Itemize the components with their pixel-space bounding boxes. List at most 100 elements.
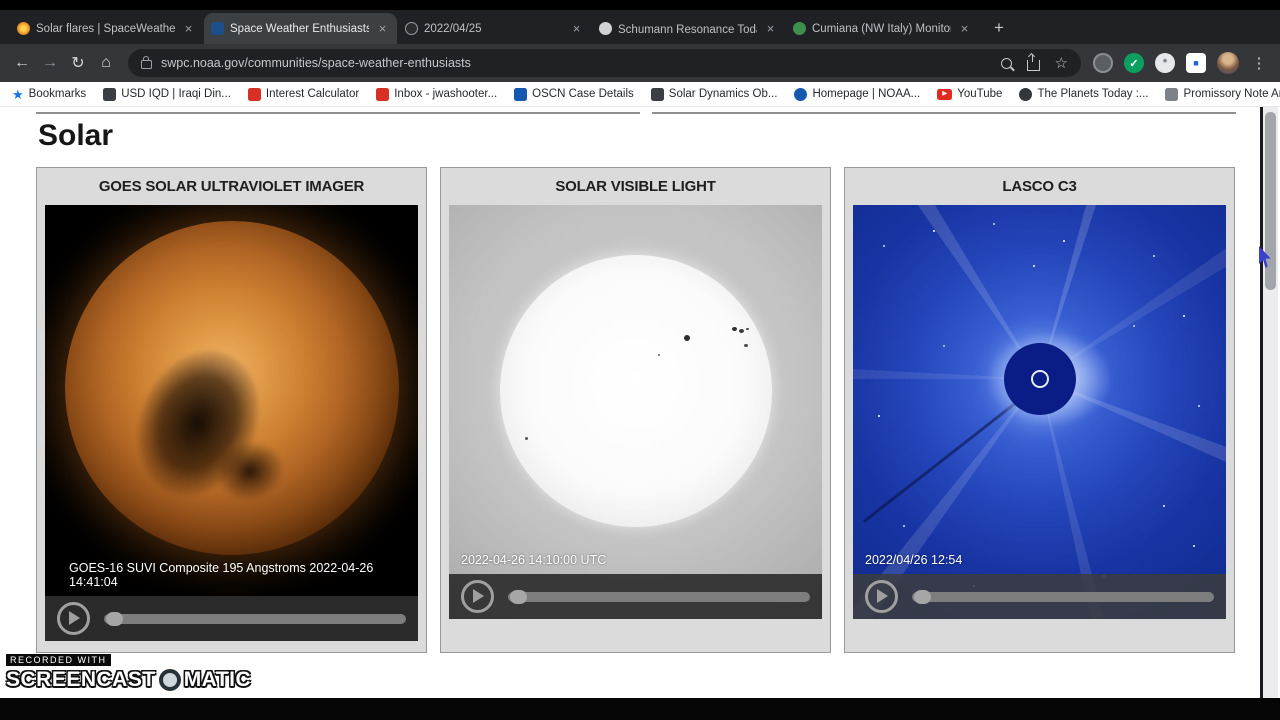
swpc-favicon: [211, 22, 224, 35]
tab-label: Cumiana (NW Italy) Monitoring S: [812, 22, 951, 35]
cumiana-favicon: [793, 22, 806, 35]
play-button[interactable]: [57, 602, 90, 635]
star-field: [853, 205, 855, 207]
player-controls: [449, 574, 822, 619]
bookmark-favicon: [247, 87, 261, 101]
bookmark-sdo[interactable]: Solar Dynamics Ob...: [650, 87, 778, 101]
bookmark-inbox[interactable]: Inbox - jwashooter...: [376, 87, 498, 101]
panel-goes-suvi: GOES SOLAR ULTRAVIOLET IMAGER GOES-16 SU…: [36, 167, 427, 653]
slider-handle[interactable]: [510, 589, 527, 604]
bookmark-promissory-note[interactable]: Promissory Note Ar...: [1165, 87, 1280, 101]
panel-title: LASCO C3: [1002, 178, 1077, 195]
bookmark-favicon: [650, 87, 664, 101]
bookmark-label: Bookmarks: [28, 88, 87, 100]
visible-sun-disk: [499, 255, 772, 528]
bookmark-label: Promissory Note Ar...: [1183, 88, 1280, 100]
bookmark-label: YouTube: [957, 88, 1003, 100]
player-controls: [853, 574, 1226, 619]
home-button[interactable]: ⌂: [92, 49, 120, 77]
panel-title: SOLAR VISIBLE LIGHT: [555, 178, 716, 195]
panel-lasco-c3: LASCO C3 2022/04/26 12:54: [844, 167, 1235, 653]
sunspot: [657, 354, 660, 357]
tab-bar: Solar flares | SpaceWeatherLive.c × Spac…: [0, 10, 1280, 44]
bookmark-label: OSCN Case Details: [532, 88, 634, 100]
tab-label: Space Weather Enthusiasts Dash: [230, 22, 369, 35]
share-icon[interactable]: [1026, 53, 1040, 71]
tab-schumann-resonance[interactable]: Schumann Resonance Today ⚡ ×: [592, 13, 785, 44]
reload-button[interactable]: ↻: [64, 49, 92, 77]
bookmark-favicon: [1165, 87, 1179, 101]
tab-close-icon[interactable]: ×: [181, 21, 196, 36]
tab-label: Solar flares | SpaceWeatherLive.c: [36, 22, 175, 35]
bookmark-label: USD IQD | Iraqi Din...: [121, 88, 231, 100]
bookmarks-bar: ★ Bookmarks USD IQD | Iraqi Din... Inter…: [0, 82, 1280, 107]
bookmark-favicon: [376, 87, 390, 101]
back-button[interactable]: ←: [8, 49, 36, 77]
zoom-icon[interactable]: [1000, 57, 1012, 69]
tab-close-icon[interactable]: ×: [569, 21, 584, 36]
tab-close-icon[interactable]: ×: [763, 21, 778, 36]
bookmark-label: Interest Calculator: [265, 88, 360, 100]
timeline-slider[interactable]: [912, 589, 1214, 604]
tab-close-icon[interactable]: ×: [375, 21, 390, 36]
bookmark-label: Solar Dynamics Ob...: [668, 88, 778, 100]
play-button[interactable]: [461, 580, 494, 613]
slider-handle[interactable]: [106, 611, 123, 626]
address-bar[interactable]: swpc.noaa.gov/communities/space-weather-…: [128, 49, 1081, 77]
forward-button[interactable]: →: [36, 49, 64, 77]
solar-panels-row: GOES SOLAR ULTRAVIOLET IMAGER GOES-16 SU…: [36, 167, 1235, 653]
occulter-ring: [1030, 369, 1049, 388]
bookmark-favicon: [794, 87, 808, 101]
content-divider: [36, 112, 640, 114]
bookmark-oscn[interactable]: OSCN Case Details: [514, 87, 634, 101]
tab-label: Schumann Resonance Today ⚡: [618, 23, 757, 36]
extension-blue-icon[interactable]: ■: [1186, 53, 1206, 73]
page-title: Solar: [38, 119, 114, 152]
lasco-c3-image: 2022/04/26 12:54: [853, 205, 1226, 619]
bookmark-youtube[interactable]: ▶ YouTube: [937, 88, 1002, 100]
bookmark-planets-today[interactable]: The Planets Today :...: [1019, 87, 1149, 101]
profile-avatar[interactable]: [1217, 52, 1239, 74]
tab-label: 2022/04/25: [424, 22, 482, 35]
extension-globe-icon[interactable]: [1093, 53, 1113, 73]
tab-space-weather-enthusiasts[interactable]: Space Weather Enthusiasts Dash ×: [204, 13, 397, 44]
tab-cumiana-monitoring[interactable]: Cumiana (NW Italy) Monitoring S ×: [786, 13, 979, 44]
url-text[interactable]: swpc.noaa.gov/communities/space-weather-…: [161, 56, 992, 70]
spaceweatherlive-favicon: [17, 22, 30, 35]
play-button[interactable]: [865, 580, 898, 613]
scrollbar-track[interactable]: [1263, 107, 1278, 698]
tab-close-icon[interactable]: ×: [957, 21, 972, 36]
slider-handle[interactable]: [914, 589, 931, 604]
top-black-strip: [0, 0, 1280, 10]
content-divider: [652, 112, 1236, 114]
watermark-o-icon: [158, 669, 181, 691]
page-content: Solar GOES SOLAR ULTRAVIOLET IMAGER GOES…: [0, 107, 1280, 698]
panel-title: GOES SOLAR ULTRAVIOLET IMAGER: [98, 178, 365, 195]
sunspot: [743, 343, 748, 347]
bookmark-usd-iqd[interactable]: USD IQD | Iraqi Din...: [103, 87, 231, 101]
timeline-slider[interactable]: [104, 611, 406, 626]
tab-date-archive[interactable]: 2022/04/25 ×: [398, 13, 591, 44]
bookmark-noaa-homepage[interactable]: Homepage | NOAA...: [794, 87, 921, 101]
watermark-brand-right: MATIC: [183, 668, 252, 691]
bookmark-favicon: [103, 87, 117, 101]
bookmark-favicon: [514, 87, 528, 101]
bookmark-label: The Planets Today :...: [1037, 88, 1149, 100]
bookmarks-folder[interactable]: ★ Bookmarks: [12, 88, 86, 101]
bookmark-star-icon[interactable]: ☆: [1055, 56, 1068, 71]
extension-snowflake-icon[interactable]: *: [1155, 53, 1175, 73]
browser-toolbar: ← → ↻ ⌂ swpc.noaa.gov/communities/space-…: [0, 44, 1280, 82]
new-tab-button[interactable]: +: [987, 16, 1011, 40]
menu-kebab-icon[interactable]: ⋮: [1250, 54, 1268, 72]
extensions-area: ✓ * ■ ⋮: [1089, 52, 1272, 74]
bookmark-label: Homepage | NOAA...: [812, 88, 921, 100]
bookmark-interest-calculator[interactable]: Interest Calculator: [247, 87, 360, 101]
tab-spaceweatherlive[interactable]: Solar flares | SpaceWeatherLive.c ×: [10, 13, 203, 44]
timeline-slider[interactable]: [508, 589, 810, 604]
bookmark-favicon: [1019, 87, 1033, 101]
player-controls: [45, 596, 418, 641]
extension-check-icon[interactable]: ✓: [1124, 53, 1144, 73]
bookmark-label: Inbox - jwashooter...: [394, 88, 498, 100]
youtube-icon: ▶: [937, 88, 953, 100]
image-caption: 2022/04/26 12:54: [865, 553, 963, 567]
